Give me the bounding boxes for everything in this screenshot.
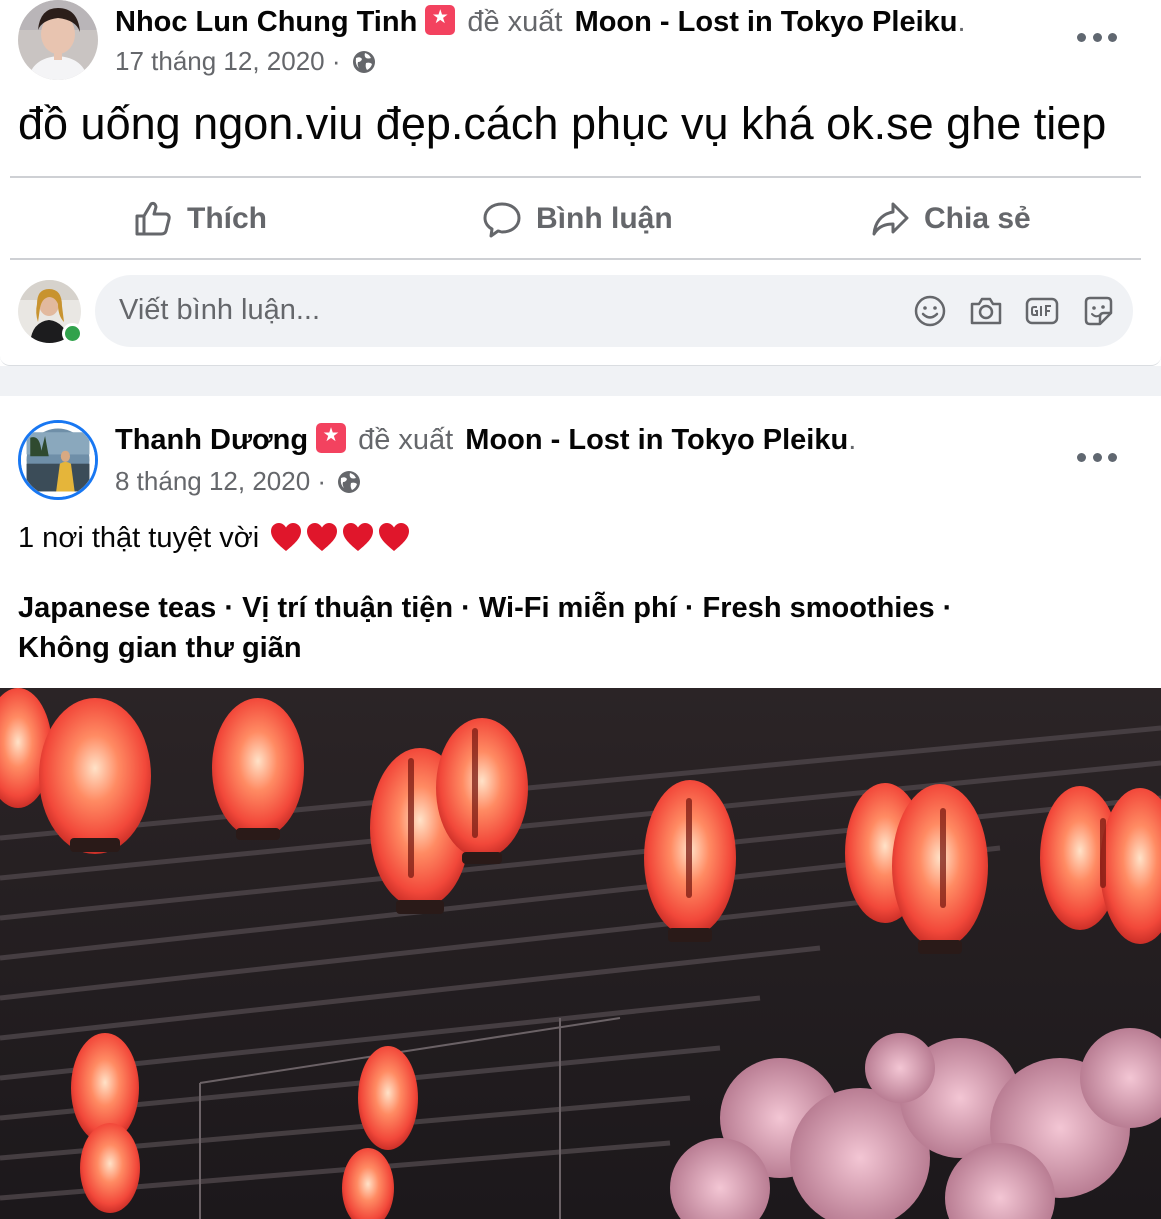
more-options-icon[interactable] (1077, 22, 1117, 52)
post-header-line: Thanh Dương đề xuất Moon - Lost in Tokyo… (115, 423, 856, 457)
author-name[interactable]: Thanh Dương (115, 424, 308, 456)
tags-line-1: Japanese teas · Vị trí thuận tiện · Wi-F… (18, 592, 953, 624)
recommendation-tags: Japanese teas · Vị trí thuận tiện · Wi-F… (18, 588, 1138, 668)
post-text-content: 1 nơi thật tuyệt vời (18, 522, 260, 554)
comment-button[interactable]: Bình luận (482, 196, 673, 242)
comment-bubble-icon (483, 202, 521, 238)
comment-placeholder: Viết bình luận... (119, 294, 321, 326)
author-avatar[interactable] (18, 0, 98, 80)
author-name[interactable]: Nhoc Lun Chung Tinh (115, 6, 417, 38)
red-heart-icon (379, 523, 410, 551)
red-heart-icon (271, 523, 302, 551)
post-date[interactable]: 8 tháng 12, 2020 (115, 466, 310, 496)
post-meta: 17 tháng 12, 2020 · (115, 46, 376, 77)
recommends-label: đề xuất (358, 424, 454, 456)
post-date[interactable]: 17 tháng 12, 2020 (115, 46, 325, 76)
header-period: . (957, 6, 966, 38)
author-avatar[interactable] (18, 420, 98, 500)
divider (10, 176, 1141, 178)
like-label: Thích (187, 202, 267, 235)
recommend-star-icon (316, 423, 347, 453)
post-photo[interactable] (0, 688, 1161, 1219)
feed-separator (0, 366, 1161, 396)
gif-icon[interactable] (1024, 293, 1060, 329)
globe-icon (338, 471, 361, 493)
meta-separator: · (317, 466, 327, 496)
recommends-label: đề xuất (467, 6, 563, 38)
post-meta: 8 tháng 12, 2020 · (115, 466, 361, 497)
post-header-line: Nhoc Lun Chung Tinh đề xuất Moon - Lost … (115, 5, 966, 39)
comment-input[interactable]: Viết bình luận... (95, 275, 1133, 347)
header-period: . (848, 424, 857, 456)
tags-line-2: Không gian thư giãn (18, 632, 302, 664)
post-card-2: Thanh Dương đề xuất Moon - Lost in Tokyo… (0, 396, 1161, 1219)
post-text: 1 nơi thật tuyệt vời (18, 521, 411, 555)
camera-icon[interactable] (968, 293, 1004, 329)
like-button[interactable]: Thích (133, 196, 267, 242)
emoji-icon[interactable] (912, 293, 948, 329)
sticker-icon[interactable] (1080, 293, 1116, 329)
recommend-star-icon (425, 5, 456, 35)
red-heart-icon (343, 523, 374, 551)
globe-icon (352, 51, 375, 73)
post-card-1: Nhoc Lun Chung Tinh đề xuất Moon - Lost … (0, 0, 1161, 366)
hearts-group (267, 522, 411, 554)
share-label: Chia sẻ (924, 202, 1031, 235)
online-status-indicator (62, 323, 83, 344)
share-arrow-icon (872, 202, 909, 236)
thumbs-up-icon (135, 201, 171, 236)
red-heart-icon (307, 523, 338, 551)
divider (10, 258, 1141, 260)
comment-label: Bình luận (536, 202, 673, 235)
meta-separator: · (331, 46, 341, 76)
more-options-icon[interactable] (1077, 442, 1117, 472)
post-text: đồ uống ngon.viu đẹp.cách phục vụ khá ok… (18, 98, 1107, 149)
page-name-link[interactable]: Moon - Lost in Tokyo Pleiku (575, 6, 958, 38)
share-button[interactable]: Chia sẻ (870, 196, 1031, 242)
page-name-link[interactable]: Moon - Lost in Tokyo Pleiku (465, 424, 848, 456)
